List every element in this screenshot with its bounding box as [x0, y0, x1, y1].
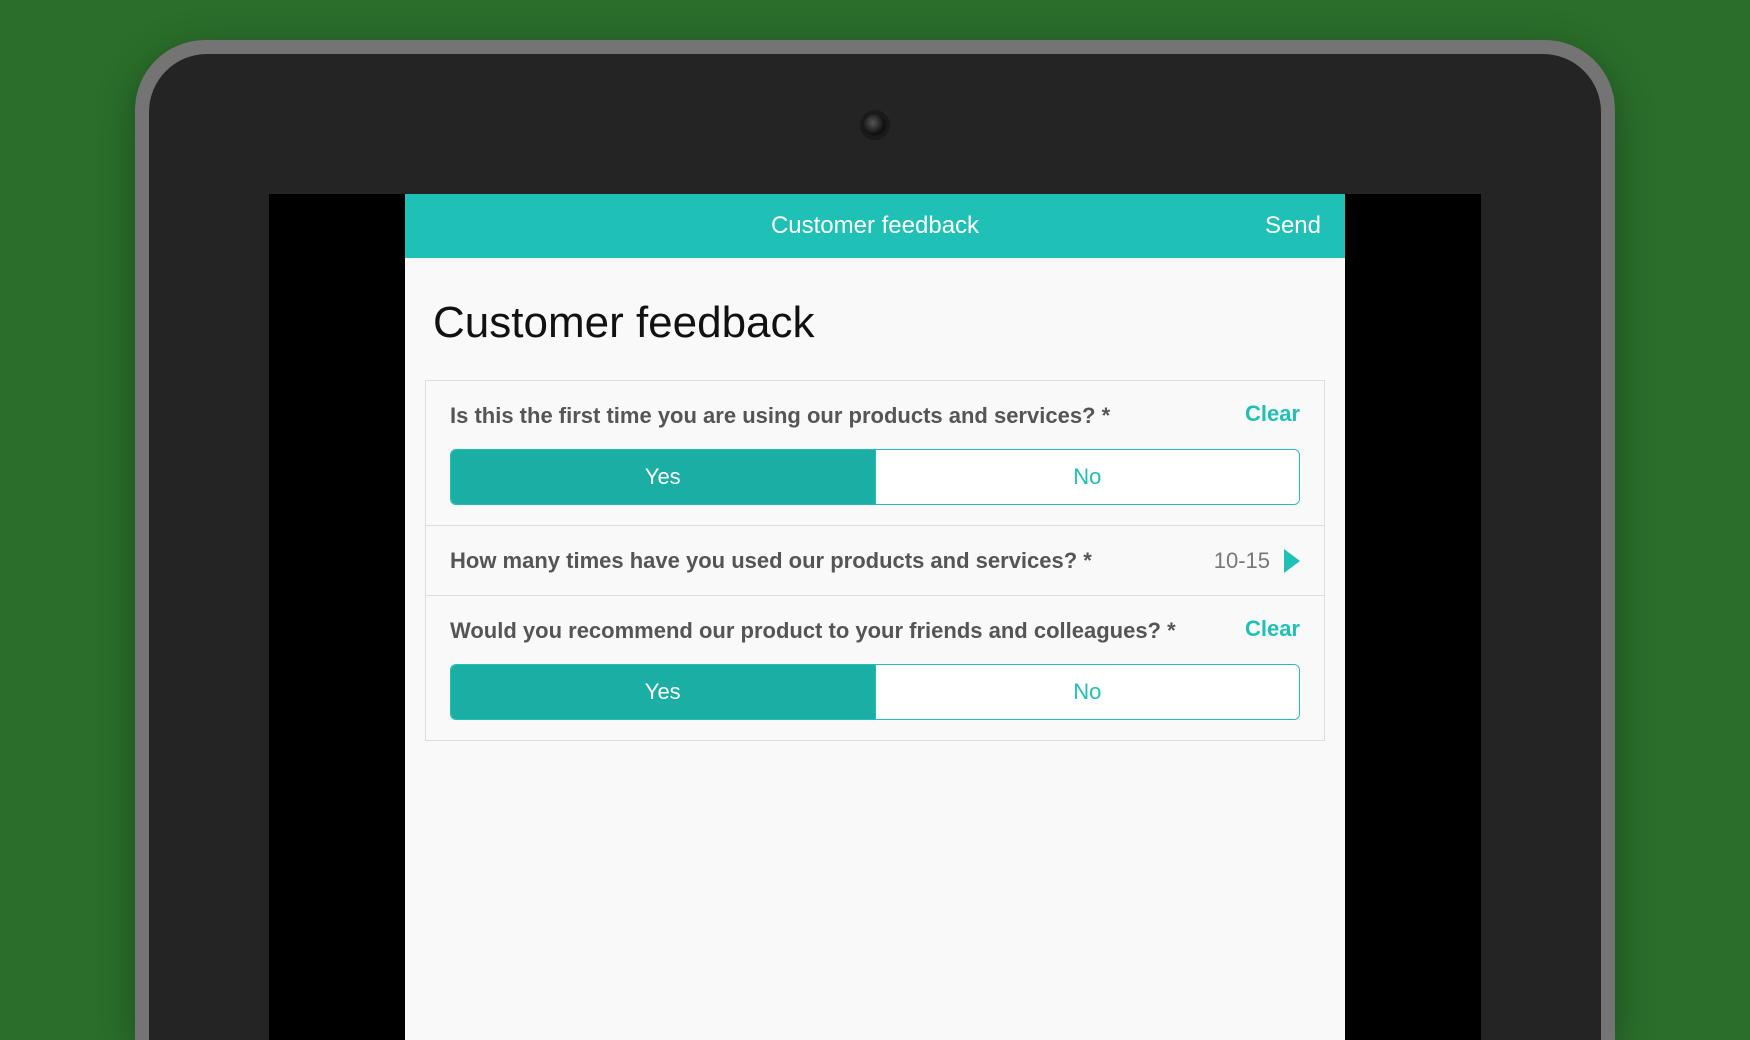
header-title: Customer feedback	[405, 212, 1345, 240]
option-yes[interactable]: Yes	[451, 450, 875, 504]
tablet-bezel-outer: Customer feedback Send Customer feedback…	[135, 40, 1615, 1040]
content-area: Customer feedback Is this the first time…	[405, 258, 1345, 1040]
questions-list: Is this the first time you are using our…	[425, 380, 1325, 741]
option-no[interactable]: No	[875, 665, 1300, 719]
app-header: Customer feedback Send	[405, 194, 1345, 258]
segmented-control: Yes No	[450, 664, 1300, 720]
clear-button[interactable]: Clear	[1245, 401, 1300, 427]
option-no[interactable]: No	[875, 450, 1300, 504]
page-title: Customer feedback	[425, 298, 1325, 348]
question-label: Is this the first time you are using our…	[450, 401, 1229, 431]
segmented-control: Yes No	[450, 449, 1300, 505]
clear-button[interactable]: Clear	[1245, 616, 1300, 642]
question-recommend: Would you recommend our product to your …	[425, 596, 1325, 741]
question-header: Would you recommend our product to your …	[450, 616, 1300, 646]
camera-icon	[864, 114, 886, 136]
question-header: Is this the first time you are using our…	[450, 401, 1300, 431]
question-first-time: Is this the first time you are using our…	[425, 381, 1325, 526]
chevron-right-icon[interactable]	[1284, 549, 1300, 573]
tablet-bezel-inner: Customer feedback Send Customer feedback…	[149, 54, 1601, 1040]
device-screen: Customer feedback Send Customer feedback…	[269, 194, 1481, 1040]
app-root: Customer feedback Send Customer feedback…	[405, 194, 1345, 1040]
question-label: Would you recommend our product to your …	[450, 616, 1229, 646]
picker-value: 10-15	[1214, 548, 1270, 574]
question-label: How many times have you used our product…	[450, 546, 1200, 576]
question-usage-count: How many times have you used our product…	[425, 526, 1325, 597]
picker-row[interactable]: How many times have you used our product…	[450, 546, 1300, 576]
option-yes[interactable]: Yes	[451, 665, 875, 719]
send-button[interactable]: Send	[1265, 212, 1321, 240]
